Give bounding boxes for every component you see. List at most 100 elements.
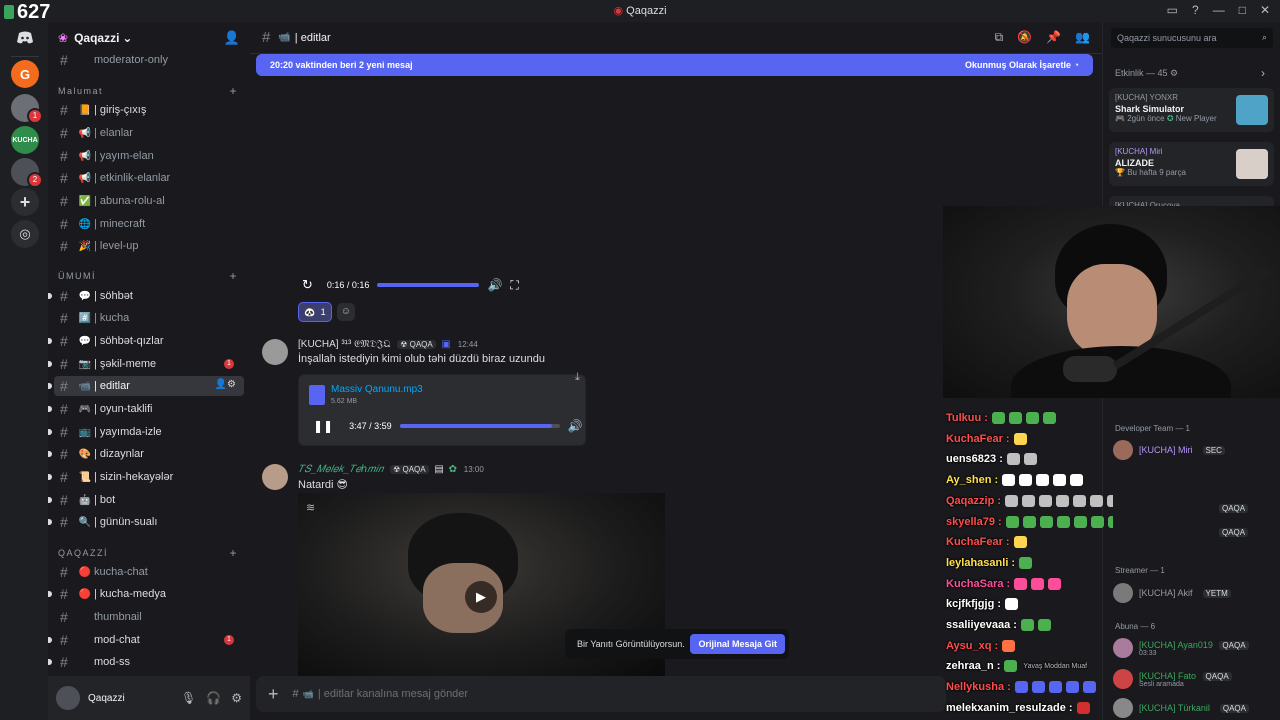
discord-home-icon[interactable] — [11, 24, 39, 52]
channel-item[interactable]: # 📷 | şəkil-meme 1 — [48, 354, 244, 374]
server-icon-kucha[interactable]: KUCHA — [11, 126, 39, 154]
channel-item[interactable]: # 📺 | yayımda-izle — [48, 422, 244, 442]
message-input[interactable]: | editlar kanalına mesaj gönder — [318, 688, 468, 700]
chat-emote-icon — [1031, 577, 1045, 590]
channel-item[interactable]: # 📹 | editlar 👤⚙ — [48, 376, 244, 396]
avatar[interactable] — [262, 464, 288, 490]
channel-item[interactable]: # 🔴 kucha-chat — [54, 562, 244, 582]
settings-gear-icon[interactable]: ⚙ — [231, 691, 242, 705]
play-icon[interactable]: ▶ — [465, 581, 497, 613]
close-button[interactable]: ✕ — [1260, 3, 1270, 17]
mute-bell-icon[interactable]: 🔕 — [1017, 30, 1032, 45]
channel-emoji-icon: 🔴 — [78, 566, 92, 578]
hash-icon: # — [60, 125, 68, 141]
unread-indicator — [48, 293, 52, 299]
new-messages-banner[interactable]: 20:20 vaktinden beri 2 yeni mesaj Okunmu… — [256, 54, 1093, 76]
volume-icon[interactable]: 🔊 — [487, 278, 502, 292]
member-item[interactable]: [KUCHA] Miri SEC — [1113, 438, 1273, 462]
download-icon[interactable]: ⤓ — [575, 371, 580, 384]
discover-icon[interactable]: ◎ — [11, 220, 39, 248]
category-header[interactable]: QAQAZZİ + — [58, 546, 238, 560]
channel-item[interactable]: # moderator-only — [54, 50, 244, 70]
add-attachment-icon[interactable]: + — [268, 684, 279, 705]
member-list-icon[interactable]: 👥 — [1075, 30, 1090, 45]
channel-item[interactable]: # 🎉 | level-up — [54, 236, 244, 256]
add-reaction-icon[interactable]: ☺ — [337, 303, 355, 321]
threads-icon[interactable]: ⧉ — [995, 30, 1004, 45]
stream-chat-line: Aysu_xq : — [946, 637, 1016, 655]
channel-item[interactable]: # 🎨 | dizaynlar — [48, 444, 244, 464]
inbox-icon[interactable]: ▭ — [1167, 3, 1178, 17]
activity-card[interactable]: [KUCHA] Miri ALIZADE 🏆 Bu hafta 9 parça — [1109, 142, 1274, 186]
channel-item[interactable]: # 📢 | yayım-elan — [54, 146, 244, 166]
category-label: QAQAZZİ — [58, 548, 109, 558]
channel-item[interactable]: # mod-ss — [48, 652, 244, 672]
category-header[interactable]: Malumat + — [58, 84, 238, 98]
channel-emoji-icon: 🔴 — [78, 588, 92, 600]
member-item[interactable]: [KUCHA] Türkanil QAQA — [1113, 696, 1273, 720]
reaction-pill[interactable]: 🐼 1 — [298, 302, 332, 322]
channel-list: ❀ Qaqazzi ⌄ 👤 Malumat + ÜMUMİ + QAQAZZİ + # mod… — [48, 22, 250, 720]
add-server-icon[interactable]: + — [11, 188, 39, 216]
channel-item[interactable]: # 🌐 | minecraft — [54, 214, 244, 234]
member-group-label: Streamer — 1 — [1115, 566, 1165, 575]
avatar[interactable] — [56, 686, 80, 710]
activity-header[interactable]: Etkinlik — 45 ⚙ — [1115, 68, 1178, 79]
add-channel-icon[interactable]: + — [229, 84, 238, 98]
go-to-original-button[interactable]: Orijinal Mesaja Git — [690, 634, 785, 654]
member-item[interactable]: [KUCHA] Akif YETM — [1113, 581, 1273, 605]
invite-people-icon[interactable]: 👤 — [224, 30, 240, 46]
volume-icon[interactable]: 🔊 — [568, 419, 583, 433]
spoiler-icon[interactable]: ≋ — [306, 501, 315, 514]
pin-icon[interactable]: 📌 — [1046, 30, 1061, 45]
channel-settings-icon[interactable]: 👤⚙ — [215, 379, 236, 390]
message-text: İnşallah istediyin kimi olub təhi düzdü … — [298, 353, 546, 365]
channel-item[interactable]: # 📙 | giriş-çıxış — [54, 100, 244, 120]
hash-icon: # — [60, 654, 68, 670]
channel-item[interactable]: # 🔍 | günün-sualı — [48, 512, 244, 532]
pause-icon[interactable]: ❚❚ — [313, 419, 333, 433]
channel-item[interactable]: # 📜 | sizin-hekayələr — [48, 467, 244, 487]
maximize-button[interactable]: □ — [1239, 3, 1246, 17]
channel-item[interactable]: # 🤖 | bot — [48, 490, 244, 510]
activity-card[interactable]: [KUCHA] YONXR Shark Simulator 🎮 2gün önc… — [1109, 88, 1274, 132]
channel-item[interactable]: # 🔴 | kucha-medya — [48, 584, 244, 604]
channel-item[interactable]: # #️⃣ | kucha — [54, 308, 244, 328]
channel-item[interactable]: # 💬 | söhbət — [48, 286, 244, 306]
search-input[interactable]: Qaqazzi sunucusunu ara ⌕ — [1111, 28, 1273, 48]
audio-progress-bar[interactable] — [399, 424, 560, 428]
member-item[interactable]: [KUCHA] Ayan019 QAQA 03:33 — [1113, 636, 1273, 660]
hash-icon: # — [60, 492, 68, 508]
minimize-button[interactable]: — — [1213, 3, 1225, 17]
replay-icon[interactable]: ↻ — [302, 277, 313, 293]
member-item[interactable]: [KUCHA] Fato QAQA Sesli aramada — [1113, 667, 1273, 691]
mark-read-button[interactable]: Okunmuş Olarak İşaretle — [965, 60, 1071, 70]
channel-item[interactable]: # 📢 | etkinlik-elanlar — [54, 168, 244, 188]
channel-emoji-icon: #️⃣ — [78, 312, 92, 324]
microphone-icon[interactable]: 🎙 — [181, 691, 196, 705]
trophy-icon: ✪ — [1166, 114, 1174, 123]
channel-item[interactable]: # 🎮 | oyun-taklifi — [48, 399, 244, 419]
headphones-icon[interactable]: 🎧 — [206, 691, 221, 705]
server-icon-g[interactable]: G — [11, 60, 39, 88]
channel-label: mod-chat — [94, 634, 140, 646]
hash-icon: # — [60, 586, 68, 602]
channel-item[interactable]: # 💬 | söhbət-qızlar — [48, 331, 244, 351]
fullscreen-icon[interactable]: ⛶ — [510, 278, 518, 293]
help-icon[interactable]: ? — [1192, 3, 1199, 17]
channel-label: | söhbət — [94, 290, 133, 302]
chevron-right-icon[interactable]: › — [1261, 66, 1265, 80]
file-name-link[interactable]: Massiv Qanunu.mp3 — [331, 384, 423, 395]
video-progress-bar[interactable] — [377, 283, 480, 287]
add-channel-icon[interactable]: + — [229, 269, 238, 283]
chat-username: zehraa_n : — [946, 660, 1001, 673]
channel-item[interactable]: # ✅ | abuna-rolu-al — [54, 191, 244, 211]
channel-item[interactable]: # 📢 | elanlar — [54, 123, 244, 143]
category-header[interactable]: ÜMUMİ + — [58, 269, 238, 283]
channel-item[interactable]: # mod-chat 1 — [48, 630, 244, 650]
message-author[interactable]: 𝑇𝑆_𝑀𝑒𝑙𝑒𝑘_𝑇𝑒ℎ𝑚𝑖𝑛 — [298, 464, 383, 475]
avatar[interactable] — [262, 339, 288, 365]
message-author[interactable]: [KUCHA] ³¹³ 𝔈𝔐𝔇𝔍𝔔 — [298, 339, 390, 350]
add-channel-icon[interactable]: + — [229, 546, 238, 560]
channel-item[interactable]: # thumbnail — [54, 607, 244, 627]
